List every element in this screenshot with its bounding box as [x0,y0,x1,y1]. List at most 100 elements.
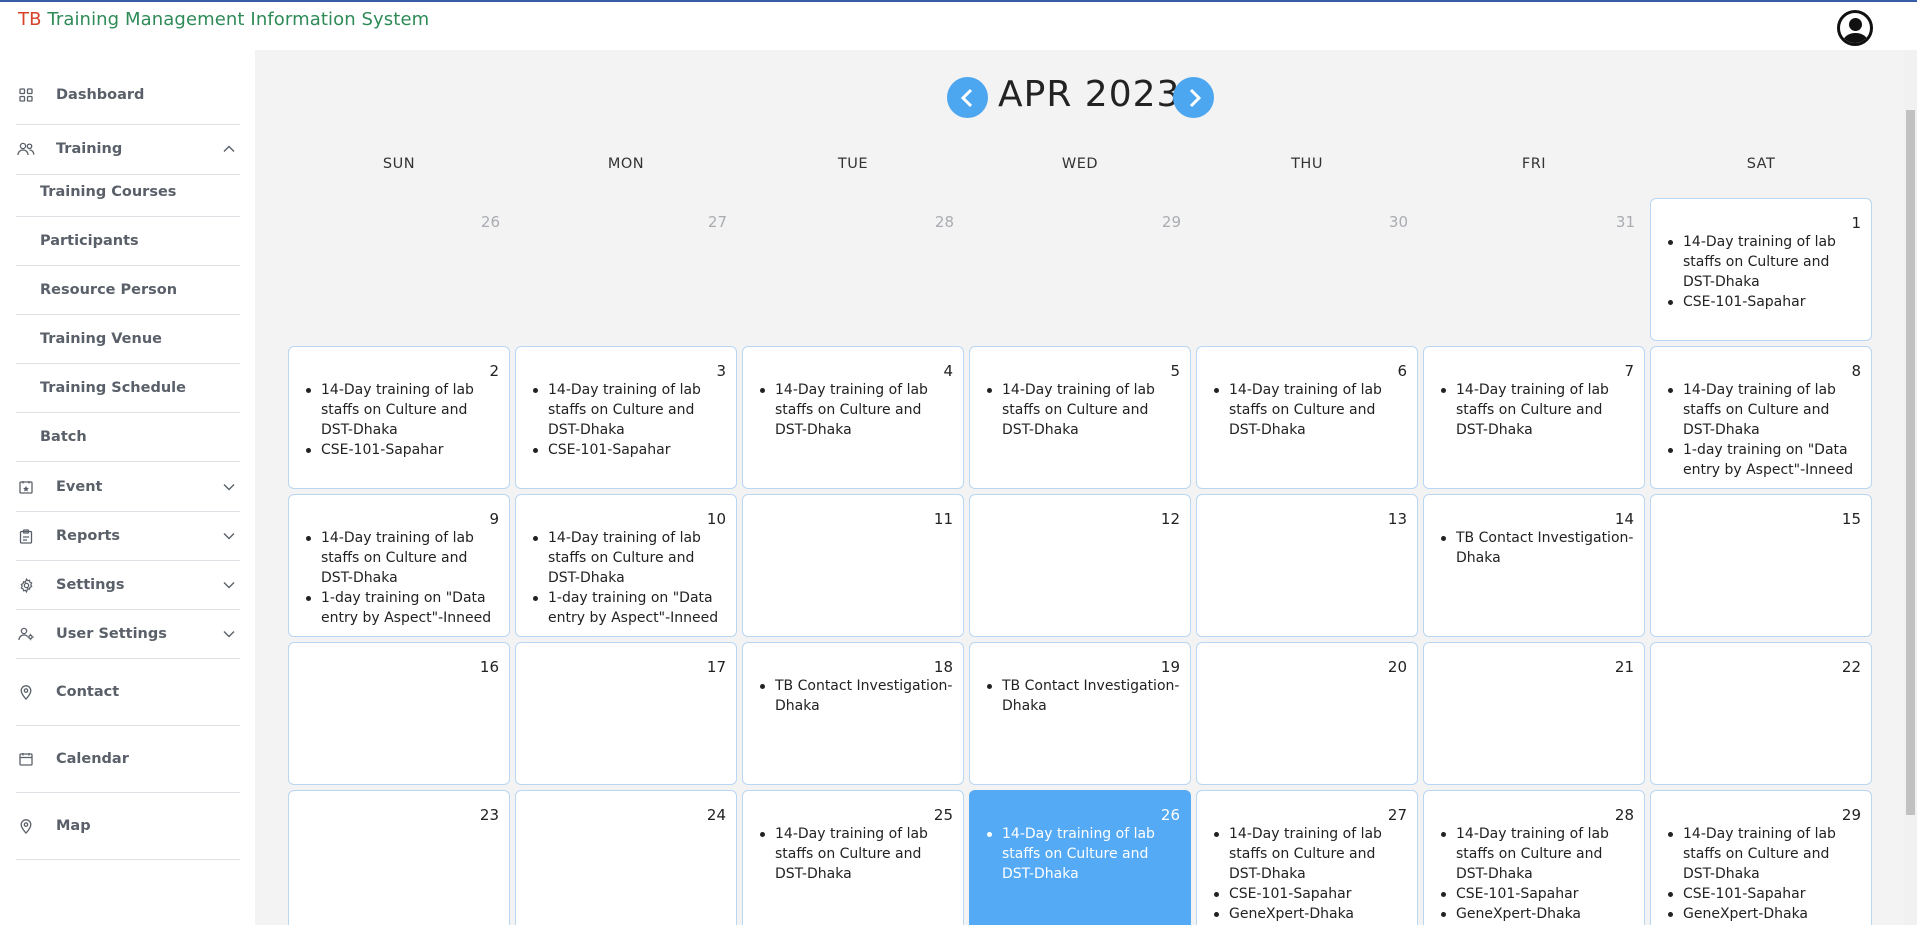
calendar-day-cell[interactable]: 30 [1196,198,1418,341]
sidebar-subitem-training-courses[interactable]: Training Courses [40,184,176,200]
sidebar-item-user-settings[interactable]: User Settings [16,621,240,647]
calendar-day-cell[interactable]: 25 14-Day training of lab staffs on Cultu… [742,790,964,925]
calendar-event[interactable]: 14-Day training of lab staffs on Culture… [1209,380,1409,440]
calendar-day-cell[interactable]: 7 14-Day training of lab staffs on Cultur… [1423,346,1645,489]
sidebar-item-calendar[interactable]: Calendar [16,746,240,772]
calendar-event[interactable]: CSE-101-Sapahar [1209,884,1409,904]
calendar-event[interactable]: 1-day training on "Data entry by Aspect"… [528,588,728,628]
sidebar-subitem-batch[interactable]: Batch [40,429,87,445]
calendar-event[interactable]: GeneXpert-Dhaka [1209,904,1409,924]
event-list: 14-Day training of lab staffs on Culture… [1436,824,1636,924]
previous-month-button[interactable] [947,77,988,118]
calendar-day-cell[interactable]: 13 [1196,494,1418,637]
calendar-event[interactable]: 14-Day training of lab staffs on Culture… [301,528,501,588]
calendar-event[interactable]: 14-Day training of lab staffs on Culture… [1663,380,1863,440]
day-number: 17 [706,658,726,676]
sidebar-item-contact[interactable]: Contact [16,679,240,705]
sidebar-divider [16,124,240,125]
calendar-day-cell[interactable]: 27 [515,198,737,341]
calendar-event[interactable]: 14-Day training of lab staffs on Culture… [982,824,1182,884]
calendar-event[interactable]: TB Contact Investigation-Dhaka [755,676,955,716]
calendar-event[interactable]: 14-Day training of lab staffs on Culture… [1663,232,1863,292]
scrollbar-thumb[interactable] [1906,110,1915,815]
calendar-day-cell[interactable]: 24 [515,790,737,925]
calendar-event[interactable]: CSE-101-Sapahar [1436,884,1636,904]
calendar-day-cell[interactable]: 28 14-Day training of lab staffs on Cultu… [1423,790,1645,925]
calendar-day-cell[interactable]: 27 14-Day training of lab staffs on Cultu… [1196,790,1418,925]
calendar-day-cell[interactable]: 3 14-Day training of lab staffs on Cultur… [515,346,737,489]
calendar-event[interactable]: 14-Day training of lab staffs on Culture… [755,824,955,884]
calendar-day-cell[interactable]: 11 [742,494,964,637]
day-number: 19 [1160,658,1180,676]
sidebar-subitem-resource-person[interactable]: Resource Person [40,282,177,298]
calendar-day-cell[interactable]: 19 TB Contact Investigation-Dhaka [969,642,1191,785]
calendar-day-cell[interactable]: 17 [515,642,737,785]
day-number: 26 [1160,806,1180,824]
calendar-event[interactable]: CSE-101-Sapahar [301,440,501,460]
sidebar-subitem-participants[interactable]: Participants [40,233,139,249]
calendar-event[interactable]: TB Contact Investigation-Dhaka [982,676,1182,716]
event-list: 14-Day training of lab staffs on Culture… [1209,380,1409,440]
calendar-event[interactable]: 14-Day training of lab staffs on Culture… [755,380,955,440]
next-month-button[interactable] [1173,77,1214,118]
calendar-day-cell-today[interactable]: 26 14-Day training of lab staffs on Cultu… [969,790,1191,925]
sidebar-item-training[interactable]: Training [16,136,240,162]
calendar-day-cell[interactable]: 16 [288,642,510,785]
event-list: 14-Day training of lab staffs on Culture… [301,380,501,460]
calendar-event[interactable]: CSE-101-Sapahar [1663,884,1863,904]
calendar-main: APR 2023 SUN MON TUE WED THU FRI SAT 26 27 28 29 3… [255,50,1904,925]
calendar-day-cell[interactable]: 6 14-Day training of lab staffs on Cultur… [1196,346,1418,489]
day-number: 29 [1841,806,1861,824]
calendar-day-cell[interactable]: 10 14-Day training of lab staffs on Cultu… [515,494,737,637]
sidebar-subitem-training-schedule[interactable]: Training Schedule [40,380,186,396]
calendar-event[interactable]: GeneXpert-Dhaka [1663,904,1863,924]
user-avatar-icon[interactable] [1837,10,1873,46]
calendar-day-cell[interactable]: 21 [1423,642,1645,785]
calendar-event[interactable]: 14-Day training of lab staffs on Culture… [1436,380,1636,440]
calendar-day-cell[interactable]: 26 [288,198,510,341]
day-number: 14 [1614,510,1634,528]
weekday-header: SAT [1746,156,1776,172]
calendar-event[interactable]: 14-Day training of lab staffs on Culture… [528,528,728,588]
calendar-day-cell[interactable]: 14 TB Contact Investigation-Dhaka [1423,494,1645,637]
calendar-event[interactable]: CSE-101-Sapahar [528,440,728,460]
calendar-day-cell[interactable]: 20 [1196,642,1418,785]
event-list: 14-Day training of lab staffs on Culture… [528,528,728,628]
calendar-day-cell[interactable]: 9 14-Day training of lab staffs on Cultur… [288,494,510,637]
calendar-event[interactable]: TB Contact Investigation-Dhaka [1436,528,1636,568]
calendar-day-cell[interactable]: 28 [742,198,964,341]
calendar-day-cell[interactable]: 8 14-Day training of lab staffs on Cultur… [1650,346,1872,489]
calendar-event[interactable]: 14-Day training of lab staffs on Culture… [528,380,728,440]
sidebar-item-dashboard[interactable]: Dashboard [16,82,240,108]
calendar-day-cell[interactable]: 22 [1650,642,1872,785]
calendar-day-cell[interactable]: 1 14-Day training of lab staffs on Cultur… [1650,198,1872,341]
calendar-event[interactable]: 14-Day training of lab staffs on Culture… [1663,824,1863,884]
calendar-day-cell[interactable]: 29 [969,198,1191,341]
calendar-event[interactable]: 1-day training on "Data entry by Aspect"… [301,588,501,628]
calendar-event[interactable]: CSE-101-Sapahar [1663,292,1863,312]
calendar-day-cell[interactable]: 29 14-Day training of lab staffs on Cultu… [1650,790,1872,925]
calendar-day-cell[interactable]: 4 14-Day training of lab staffs on Cultur… [742,346,964,489]
sidebar-subitem-training-venue[interactable]: Training Venue [40,331,162,347]
sidebar-item-reports[interactable]: Reports [16,523,240,549]
calendar-day-cell[interactable]: 23 [288,790,510,925]
event-list: 14-Day training of lab staffs on Culture… [982,824,1182,884]
calendar-event[interactable]: 14-Day training of lab staffs on Culture… [1209,824,1409,884]
calendar-day-cell[interactable]: 18 TB Contact Investigation-Dhaka [742,642,964,785]
sidebar-item-event[interactable]: Event [16,474,240,500]
sidebar-item-settings[interactable]: Settings [16,572,240,598]
calendar-day-cell[interactable]: 15 [1650,494,1872,637]
calendar-event[interactable]: GeneXpert-Dhaka [1436,904,1636,924]
calendar-day-cell[interactable]: 2 14-Day training of lab staffs on Cultur… [288,346,510,489]
calendar-day-cell[interactable]: 5 14-Day training of lab staffs on Cultur… [969,346,1191,489]
calendar-event[interactable]: 14-Day training of lab staffs on Culture… [1436,824,1636,884]
day-number: 13 [1387,510,1407,528]
day-number: 26 [480,213,500,231]
app-title[interactable]: TB Training Management Information Syste… [18,9,429,30]
calendar-event[interactable]: 14-Day training of lab staffs on Culture… [982,380,1182,440]
calendar-day-cell[interactable]: 31 [1423,198,1645,341]
calendar-event[interactable]: 14-Day training of lab staffs on Culture… [301,380,501,440]
calendar-day-cell[interactable]: 12 [969,494,1191,637]
sidebar-item-map[interactable]: Map [16,813,240,839]
calendar-event[interactable]: 1-day training on "Data entry by Aspect"… [1663,440,1863,480]
